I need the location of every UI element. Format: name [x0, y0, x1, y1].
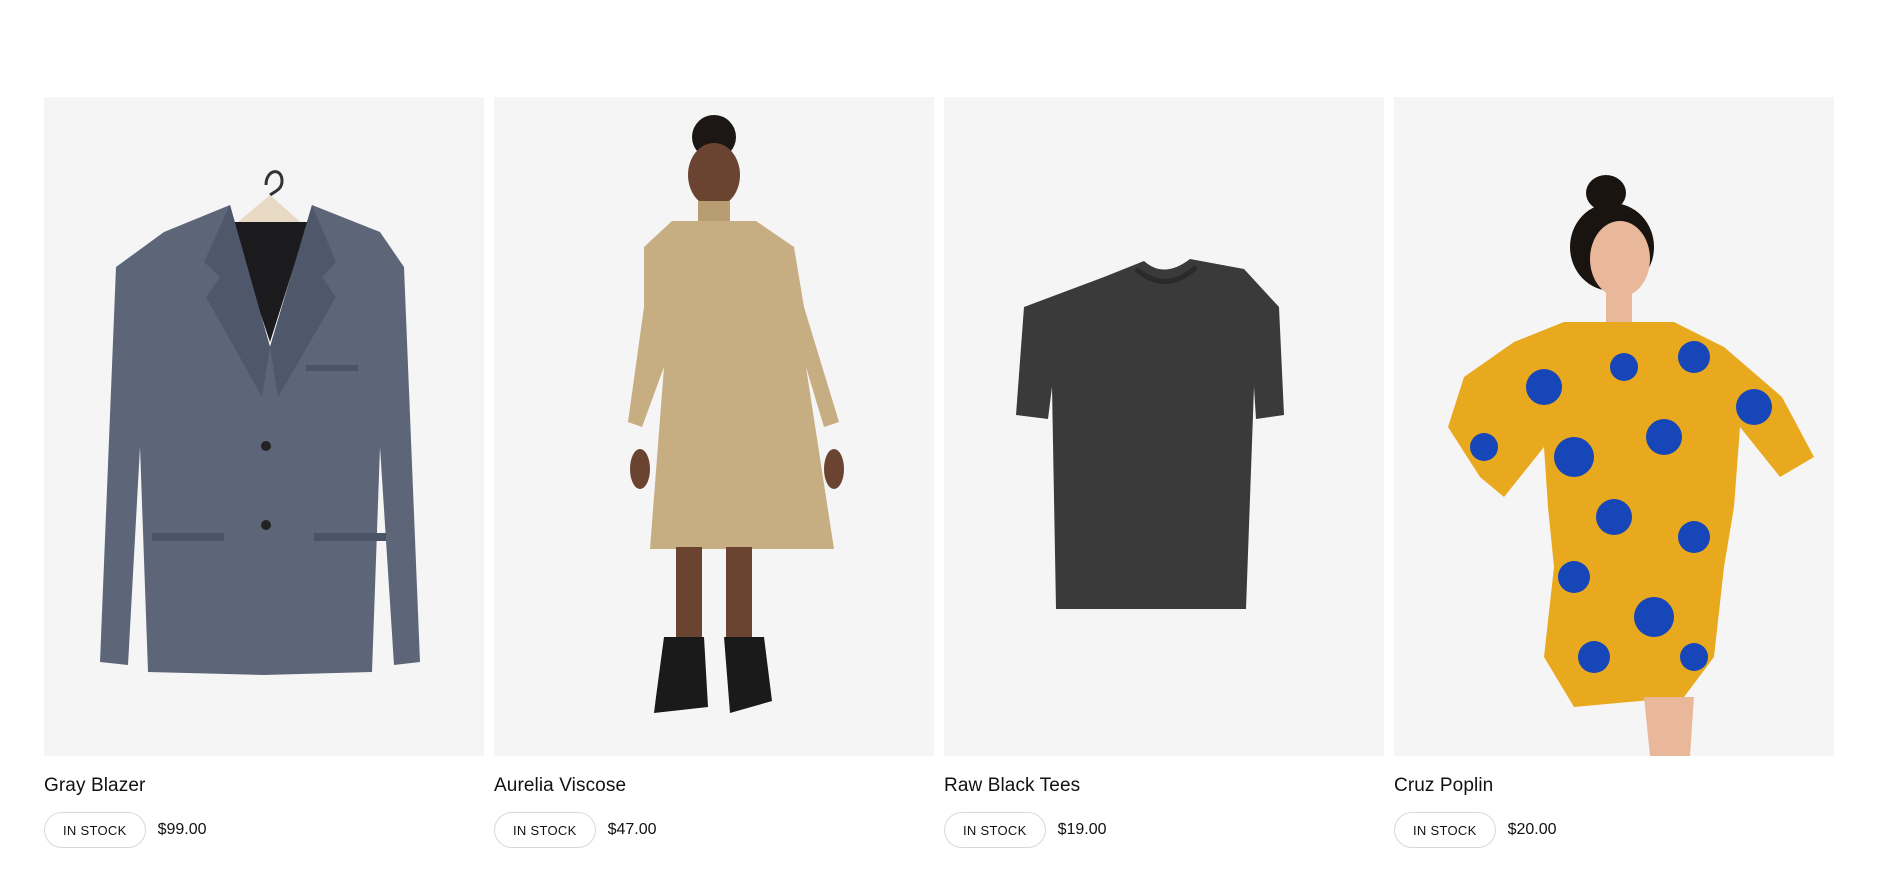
product-price: $47.00	[607, 821, 657, 838]
stock-badge: IN STOCK	[1394, 812, 1496, 848]
product-card-aurelia-viscose[interactable]: Aurelia Viscose IN STOCK $47.00	[494, 97, 934, 848]
product-card-gray-blazer[interactable]: Gray Blazer IN STOCK $99.00	[44, 97, 484, 848]
product-card-raw-black-tees[interactable]: Raw Black Tees IN STOCK $19.00	[944, 97, 1384, 848]
product-meta: IN STOCK $99.00	[44, 812, 484, 848]
product-image[interactable]	[44, 97, 484, 756]
product-meta: IN STOCK $47.00	[494, 812, 934, 848]
product-name[interactable]: Aurelia Viscose	[494, 775, 934, 797]
gray-blazer-image	[100, 170, 420, 675]
stock-badge: IN STOCK	[44, 812, 146, 848]
product-grid: Gray Blazer IN STOCK $99.00 Aurelia Visc…	[44, 97, 1834, 848]
product-price: $99.00	[157, 821, 207, 838]
product-price: $20.00	[1507, 821, 1557, 838]
product-price: $19.00	[1057, 821, 1107, 838]
product-meta: IN STOCK $20.00	[1394, 812, 1834, 848]
stock-badge: IN STOCK	[494, 812, 596, 848]
product-image[interactable]	[1394, 97, 1834, 756]
product-name[interactable]: Gray Blazer	[44, 775, 484, 797]
black-tshirt-image	[1016, 259, 1284, 609]
product-name[interactable]: Raw Black Tees	[944, 775, 1384, 797]
floral-dress-model-image	[1448, 175, 1814, 756]
product-card-cruz-poplin[interactable]: Cruz Poplin IN STOCK $20.00	[1394, 97, 1834, 848]
product-meta: IN STOCK $19.00	[944, 812, 1384, 848]
beige-dress-model-image	[628, 115, 844, 713]
product-image[interactable]	[494, 97, 934, 756]
product-image[interactable]	[944, 97, 1384, 756]
product-name[interactable]: Cruz Poplin	[1394, 775, 1834, 797]
stock-badge: IN STOCK	[944, 812, 1046, 848]
